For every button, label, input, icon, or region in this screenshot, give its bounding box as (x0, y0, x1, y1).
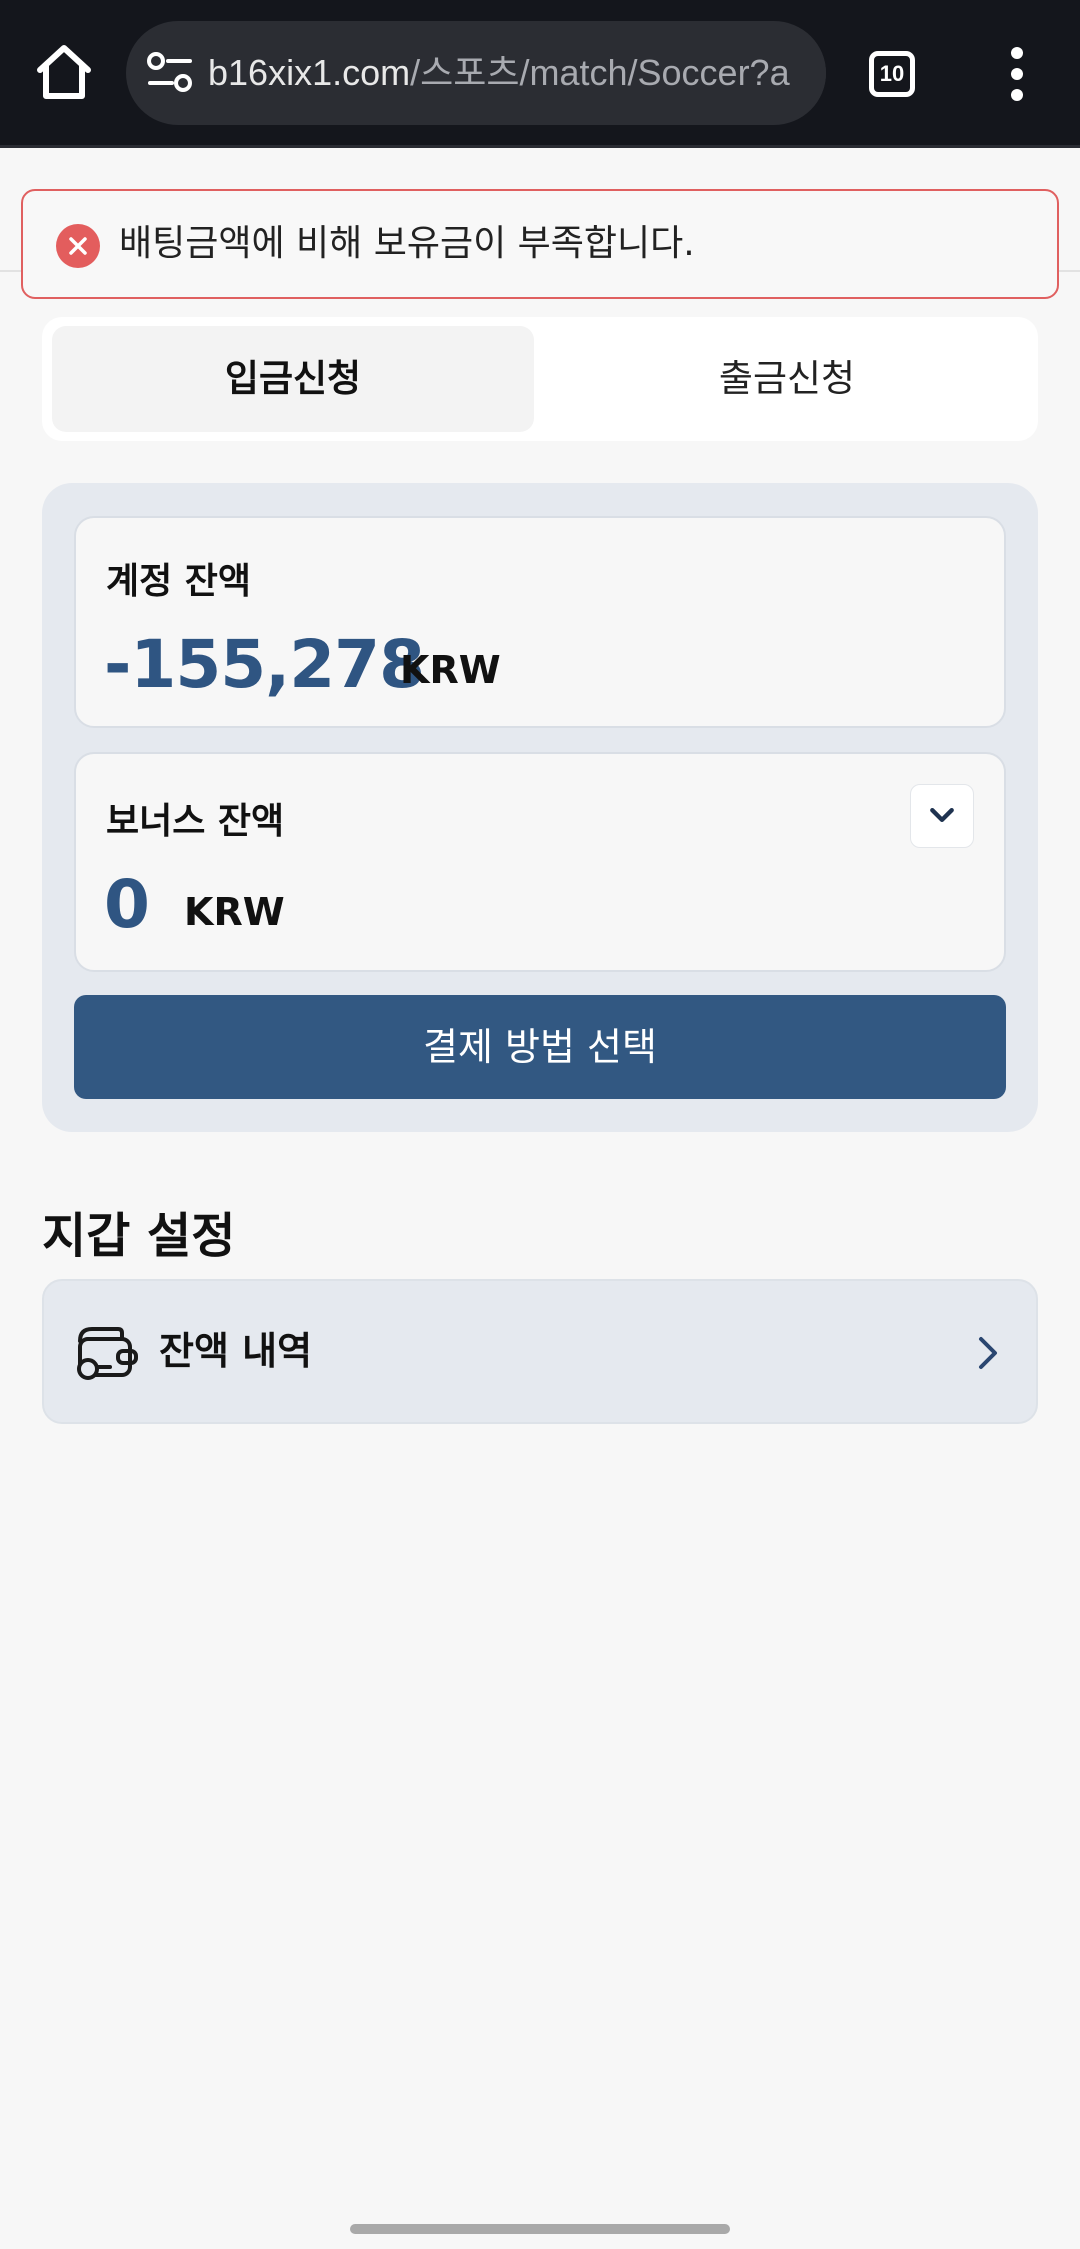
account-balance-card: 계정 잔액 -155,278 KRW (74, 516, 1006, 728)
balance-panel: 계정 잔액 -155,278 KRW 보너스 잔액 0 KRW 결제 방법 선택 (42, 483, 1038, 1132)
tab-deposit[interactable]: 입금신청 (52, 326, 534, 432)
address-bar[interactable]: b16xix1.com/스포츠/match/Soccer?a (126, 21, 826, 125)
account-balance-amount: -155,278 (104, 626, 425, 703)
bonus-balance-label: 보너스 잔액 (106, 801, 285, 842)
error-close-icon[interactable] (56, 224, 100, 268)
wallet-icon (77, 1327, 138, 1380)
gesture-home-indicator[interactable] (350, 2224, 730, 2234)
wallet-settings-title: 지갑 설정 (42, 1208, 236, 1264)
account-balance-label: 계정 잔액 (106, 561, 252, 602)
tab-count: 10 (879, 61, 905, 86)
tab-withdraw[interactable]: 출금신청 (546, 326, 1028, 432)
chevron-down-icon (930, 808, 954, 823)
home-icon[interactable] (32, 40, 96, 104)
url-host: b16xix1.com (208, 52, 411, 93)
tabs-icon[interactable]: 10 (869, 51, 915, 97)
url-text: b16xix1.com/스포츠/match/Soccer?a (208, 21, 790, 125)
bonus-balance-card: 보너스 잔액 0 KRW (74, 752, 1006, 972)
balance-history-item[interactable]: 잔액 내역 (42, 1279, 1038, 1424)
error-alert: 배팅금액에 비해 보유금이 부족합니다. (21, 189, 1059, 299)
browser-toolbar: b16xix1.com/스포츠/match/Soccer?a 10 (0, 0, 1080, 148)
url-fade (796, 21, 826, 125)
transaction-tabs: 입금신청 출금신청 (42, 317, 1038, 441)
bonus-balance-currency: KRW (184, 890, 285, 934)
site-settings-icon[interactable] (146, 51, 194, 95)
account-balance-currency: KRW (400, 648, 501, 692)
balance-history-label: 잔액 내역 (159, 1329, 313, 1373)
url-path: /스포츠/match/Soccer?a (410, 52, 790, 93)
chevron-right-icon (979, 1337, 997, 1369)
bonus-expand-button[interactable] (910, 784, 974, 848)
bonus-balance-amount: 0 (104, 866, 150, 943)
alert-message: 배팅금액에 비해 보유금이 부족합니다. (119, 223, 695, 264)
select-payment-method-button[interactable]: 결제 방법 선택 (74, 995, 1006, 1099)
more-menu-icon[interactable] (1000, 44, 1034, 104)
